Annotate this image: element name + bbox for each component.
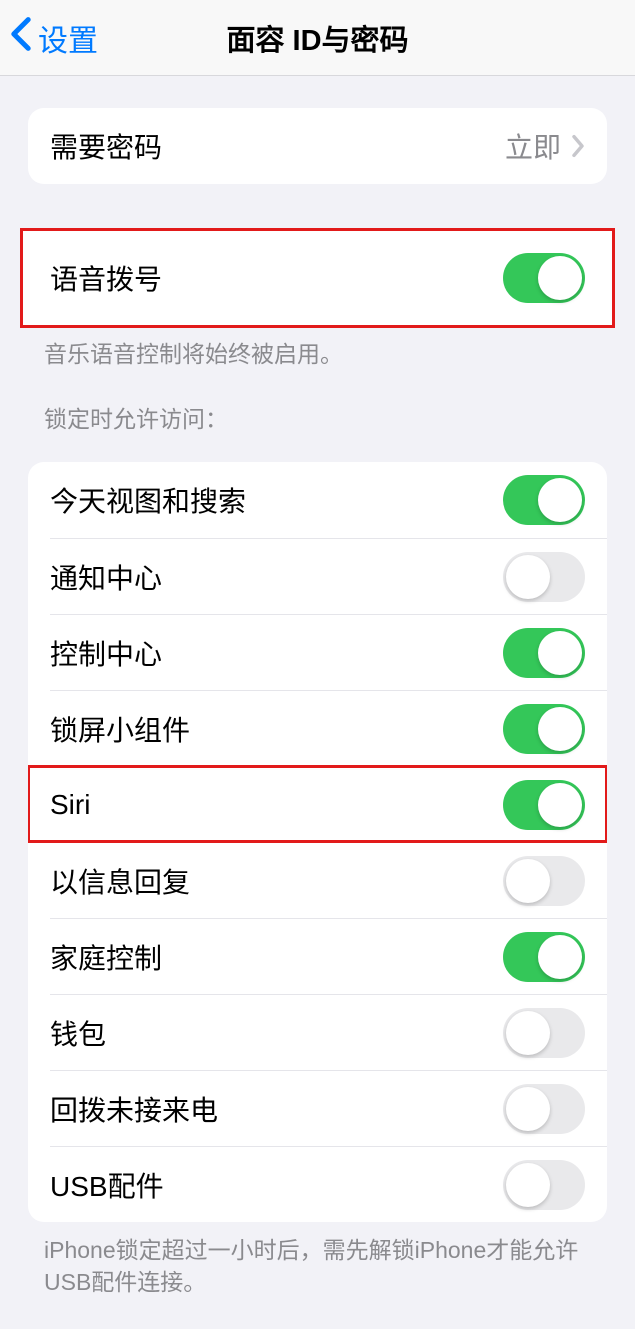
row-value: 立即 — [505, 126, 561, 166]
row-lock-item: 家庭控制 — [50, 918, 607, 994]
switch-voice-dial[interactable] — [503, 253, 585, 303]
row-label: 控制中心 — [50, 633, 503, 673]
row-lock-item: 锁屏小组件 — [50, 690, 607, 766]
content: 需要密码 立即 语音拨号 音乐语音控制将始终被启用。 锁定时允许访问： 今天视图… — [0, 108, 635, 1329]
navbar: 设置 面容 ID与密码 — [0, 0, 635, 76]
row-label: 家庭控制 — [50, 937, 503, 977]
switch-toggle[interactable] — [503, 628, 585, 678]
back-label: 设置 — [38, 16, 98, 60]
row-lock-item: 控制中心 — [50, 614, 607, 690]
row-lock-item: 以信息回复 — [50, 842, 607, 918]
switch-toggle[interactable] — [503, 856, 585, 906]
switch-toggle[interactable] — [503, 1084, 585, 1134]
row-label: USB配件 — [50, 1165, 503, 1205]
footer-lock-access: iPhone锁定超过一小时后，需先解锁iPhone才能允许USB配件连接。 — [44, 1234, 591, 1298]
header-lock-access: 锁定时允许访问： — [44, 400, 591, 434]
switch-toggle[interactable] — [503, 932, 585, 982]
row-label: 需要密码 — [50, 126, 505, 166]
switch-toggle[interactable] — [503, 780, 585, 830]
switch-toggle[interactable] — [503, 704, 585, 754]
row-lock-item: 今天视图和搜索 — [28, 462, 607, 538]
back-button[interactable]: 设置 — [0, 16, 98, 60]
chevron-left-icon — [10, 16, 32, 60]
row-label: 锁屏小组件 — [50, 709, 503, 749]
row-lock-item: USB配件 — [50, 1146, 607, 1222]
row-lock-item: Siri — [28, 766, 607, 842]
group-lock-access: 今天视图和搜索通知中心控制中心锁屏小组件 Siri 以信息回复家庭控制钱包回拨未接来… — [28, 462, 607, 1222]
page-title: 面容 ID与密码 — [226, 17, 408, 59]
row-label: 通知中心 — [50, 557, 503, 597]
row-voice-dial: 语音拨号 — [22, 230, 613, 326]
row-label: 今天视图和搜索 — [50, 480, 503, 520]
row-require-passcode[interactable]: 需要密码 立即 — [28, 108, 607, 184]
row-lock-item: 钱包 — [50, 994, 607, 1070]
switch-toggle[interactable] — [503, 475, 585, 525]
row-label: Siri — [50, 789, 503, 821]
row-lock-item: 回拨未接来电 — [50, 1070, 607, 1146]
row-label: 以信息回复 — [50, 861, 503, 901]
footer-voice-dial: 音乐语音控制将始终被启用。 — [44, 338, 591, 370]
row-label: 回拨未接来电 — [50, 1089, 503, 1129]
group-require-passcode: 需要密码 立即 — [28, 108, 607, 184]
row-label: 语音拨号 — [50, 258, 503, 298]
row-label: 钱包 — [50, 1013, 503, 1053]
switch-toggle[interactable] — [503, 1008, 585, 1058]
switch-toggle[interactable] — [503, 1160, 585, 1210]
chevron-right-icon — [571, 134, 585, 158]
switch-toggle[interactable] — [503, 552, 585, 602]
row-lock-item: 通知中心 — [50, 538, 607, 614]
group-voice-dial: 语音拨号 — [22, 230, 613, 326]
